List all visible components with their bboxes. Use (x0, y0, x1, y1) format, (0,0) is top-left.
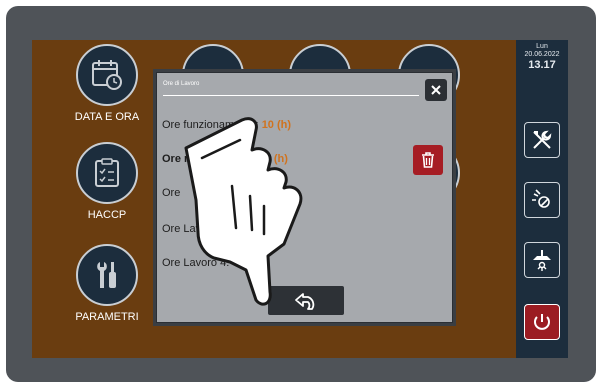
dialog-title: Ore di Lavoro (163, 81, 200, 87)
side-panel: Lun 20.06.2022 13.17 (516, 40, 568, 358)
service-button[interactable] (524, 122, 560, 158)
clock-time: 13.17 (528, 59, 556, 71)
clock: Lun 20.06.2022 13.17 (516, 42, 568, 72)
row-label: Ore Lavoro 4: (162, 257, 230, 269)
row-value: 0 (h) (264, 153, 288, 165)
data-ora-label[interactable]: DATA E ORA (62, 111, 152, 123)
back-arrow-icon (295, 292, 315, 310)
data-ora-tile[interactable] (76, 44, 138, 106)
haccp-label[interactable]: HACCP (62, 209, 152, 221)
reset-maintenance-button[interactable] (413, 145, 443, 175)
power-button[interactable] (524, 304, 560, 340)
lamp-icon (532, 189, 550, 208)
row-work-hours: Ore Lavoro (162, 223, 217, 235)
hood-light-icon (533, 250, 551, 271)
row-hours-3: Ore (162, 187, 180, 199)
parametri-label[interactable]: PARAMETRI (62, 311, 152, 323)
row-label: Ore Lavoro (162, 223, 218, 235)
row-label: Ore (162, 187, 181, 199)
haccp-tile[interactable] (76, 142, 138, 204)
close-icon (431, 85, 441, 95)
clock-date: 20.06.2022 (524, 51, 560, 58)
parametri-tile[interactable] (76, 244, 138, 306)
row-label: Ore manutenzione: (162, 153, 262, 165)
dialog-divider (163, 95, 419, 96)
wrench-screwdriver-icon (97, 262, 116, 288)
row-operating-hours: Ore funzionamento: 10 (h) (162, 119, 291, 131)
hood-light-button[interactable] (524, 242, 560, 278)
row-work-hours-4: Ore Lavoro 4: 0 (h) (162, 257, 256, 269)
lamp-button[interactable] (524, 182, 560, 218)
clock-day: Lun (536, 43, 548, 50)
row-value: 10 (h) (261, 119, 292, 131)
row-maintenance-hours: Ore manutenzione: 0 (h) (162, 153, 288, 165)
close-button[interactable] (425, 79, 447, 101)
row-label: Ore funzionamento: (162, 119, 259, 131)
back-button[interactable] (268, 286, 344, 315)
work-hours-dialog: Ore di Lavoro Ore funzionamento: 10 (h) … (156, 72, 453, 323)
tools-icon (533, 130, 552, 149)
row-value: 0 (h) (232, 257, 256, 269)
calendar-icon (92, 60, 122, 90)
checklist-icon (95, 158, 119, 187)
trash-icon (422, 152, 434, 168)
power-icon (534, 314, 550, 330)
